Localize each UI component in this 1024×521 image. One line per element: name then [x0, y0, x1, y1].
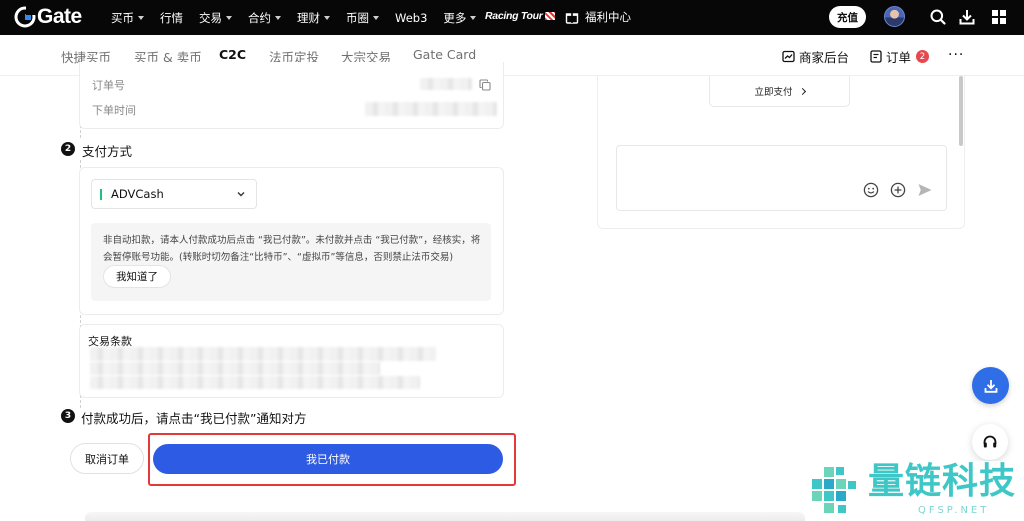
payment-method-title: 支付方式 [82, 144, 133, 159]
paid-button[interactable]: 我已付款 [153, 444, 503, 474]
payment-method-indicator [100, 188, 102, 200]
tab-gate-card[interactable]: Gate Card [413, 47, 476, 62]
chevron-right-icon [798, 87, 806, 95]
chevron-down-icon [373, 15, 379, 20]
chevron-down-icon [138, 15, 144, 20]
deposit-button[interactable]: 充值 [829, 6, 866, 28]
payment-notice-text: 非自动扣款，请本人付款成功后点击 “我已付款”。未付款并点击 “我已付款”，经核… [103, 235, 481, 263]
plus-icon[interactable] [890, 182, 906, 198]
payment-method-select[interactable]: ADVCash [91, 179, 257, 209]
chevron-down-icon [226, 15, 232, 20]
orders-label: 订单 [886, 50, 912, 65]
nav-label: 理财 [297, 10, 320, 25]
order-number-label: 订单号 [92, 79, 125, 92]
gate-logo-text: Gate [37, 5, 82, 28]
app-download-button[interactable] [972, 367, 1009, 404]
headset-icon [983, 435, 997, 448]
download-icon[interactable] [958, 8, 976, 26]
chevron-down-icon [324, 15, 330, 20]
main-nav: 买币 行情 交易 合约 理财 币圈 Web3 更多 [111, 0, 477, 35]
grid-icon[interactable] [990, 8, 1008, 26]
gate-logo[interactable]: Gate [14, 5, 82, 28]
payment-method-value: ADVCash [111, 187, 164, 201]
notify-seller-title: 付款成功后，请点击“我已付款”通知对方 [81, 411, 307, 426]
trade-terms-redacted [90, 376, 420, 389]
emoji-icon[interactable] [863, 182, 879, 198]
send-icon[interactable] [917, 182, 933, 198]
trade-terms-redacted [90, 362, 380, 375]
payment-notice: 非自动扣款，请本人付款成功后点击 “我已付款”。未付款并点击 “我已付款”，经核… [91, 223, 491, 301]
watermark-logo [812, 467, 856, 513]
order-list-icon [870, 50, 882, 63]
racing-tour-link[interactable]: Racing Tour [485, 10, 555, 22]
gift-icon [565, 13, 579, 24]
search-icon[interactable] [929, 8, 947, 26]
customer-support-button[interactable] [972, 424, 1008, 460]
top-navigation-bar: Gate 买币 行情 交易 合约 理财 币圈 Web3 更多 Racing To… [0, 0, 1024, 35]
pay-now-label: 立即支付 [754, 87, 793, 98]
orders-link[interactable]: 订单 2 [870, 47, 930, 66]
cancel-order-button[interactable]: 取消订单 [70, 443, 144, 474]
order-time-label: 下单时间 [92, 104, 136, 117]
watermark-text: 量链科技 [868, 461, 1017, 502]
nav-buy-crypto[interactable]: 买币 [111, 10, 144, 26]
nav-label: 合约 [248, 10, 271, 25]
nav-web3[interactable]: Web3 [395, 11, 427, 25]
chat-scrollbar[interactable] [959, 76, 963, 146]
chevron-down-icon [275, 15, 281, 20]
avatar[interactable] [884, 6, 905, 27]
copy-icon[interactable] [479, 79, 491, 91]
trade-terms-redacted [90, 347, 436, 361]
order-time-redacted [365, 102, 497, 116]
chevron-down-icon [237, 192, 245, 197]
gate-logo-icon [14, 6, 36, 28]
rewards-center-label: 福利中心 [585, 10, 631, 24]
order-info-card: 订单号 下单时间 [79, 62, 504, 129]
nav-trade[interactable]: 交易 [199, 10, 232, 26]
nav-markets[interactable]: 行情 [160, 10, 183, 26]
nav-label: 更多 [443, 10, 467, 25]
nav-label: 币圈 [346, 10, 369, 25]
chat-message-input[interactable] [616, 145, 947, 211]
chevron-down-icon [470, 15, 477, 20]
merchant-dashboard-link[interactable]: 商家后台 [782, 47, 849, 66]
watermark-subtext: QFSP.NET [918, 505, 990, 516]
step-3-badge: 3 [61, 409, 75, 423]
acknowledge-button[interactable]: 我知道了 [103, 265, 171, 288]
nav-label: 买币 [111, 10, 134, 25]
more-options-icon[interactable]: ··· [948, 47, 964, 63]
racing-tour-label: Racing Tour [485, 10, 543, 22]
nav-label: 交易 [199, 10, 222, 25]
pay-now-button[interactable]: 立即支付 [709, 76, 850, 107]
merchant-dashboard-label: 商家后台 [799, 50, 850, 65]
nav-earn[interactable]: 理财 [297, 10, 330, 26]
checkered-flag-icon [544, 12, 555, 21]
dashboard-icon [782, 50, 795, 63]
download-icon [984, 379, 997, 393]
tab-c2c[interactable]: C2C [219, 47, 246, 62]
nav-label: Web3 [395, 10, 428, 25]
watermark: 量链科技 QFSP.NET [806, 461, 1024, 521]
order-number-redacted [420, 78, 472, 90]
nav-label: 行情 [160, 10, 183, 25]
nav-community[interactable]: 币圈 [346, 10, 379, 26]
rewards-center-link[interactable]: 福利中心 [565, 9, 631, 25]
step-2-badge: 2 [61, 142, 75, 156]
bottom-panel-edge [85, 512, 805, 521]
orders-count-badge: 2 [916, 50, 930, 63]
nav-more[interactable]: 更多 [443, 10, 477, 26]
nav-futures[interactable]: 合约 [248, 10, 281, 26]
